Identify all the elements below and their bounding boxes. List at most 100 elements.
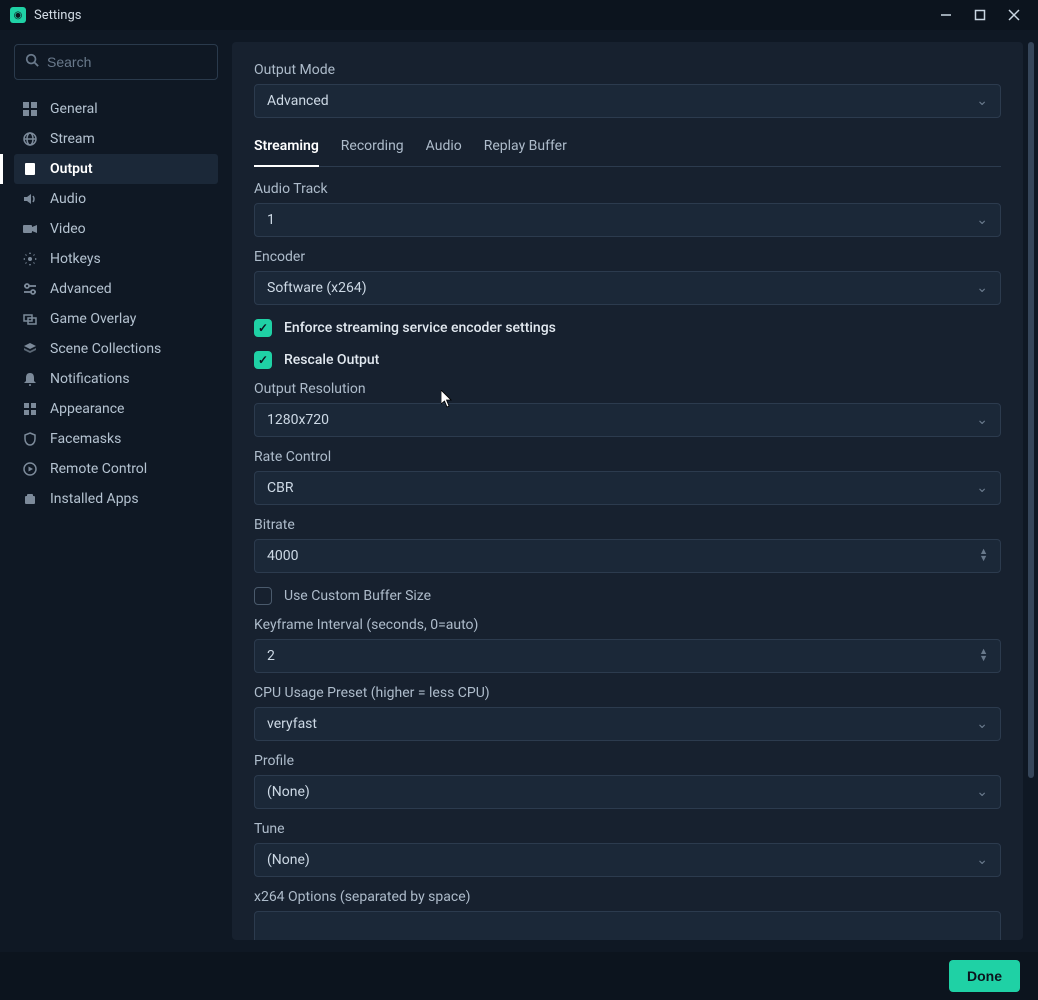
profile-label: Profile [254, 753, 1001, 769]
select-value: 1 [267, 212, 275, 228]
window-title: Settings [34, 8, 81, 23]
close-button[interactable] [1008, 9, 1028, 21]
output-mode-select[interactable]: Advanced ⌄ [254, 84, 1001, 118]
sidebar-item-label: Video [50, 221, 86, 237]
audio-track-select[interactable]: 1 ⌄ [254, 203, 1001, 237]
chevron-down-icon: ⌄ [976, 852, 988, 868]
chevron-down-icon: ⌄ [976, 280, 988, 296]
sidebar-item-scene-collections[interactable]: Scene Collections [14, 334, 218, 364]
profile-select[interactable]: (None) ⌄ [254, 775, 1001, 809]
sidebar-item-label: Installed Apps [50, 491, 139, 507]
bell-icon [22, 371, 38, 387]
content-panel: Output Mode Advanced ⌄ Streaming Recordi… [232, 42, 1023, 940]
keyframe-input[interactable]: 2 ▲▼ [254, 639, 1001, 673]
sidebar-item-label: Appearance [50, 401, 124, 417]
tune-label: Tune [254, 821, 1001, 837]
sidebar-item-label: Facemasks [50, 431, 121, 447]
number-stepper[interactable]: ▲▼ [979, 549, 988, 563]
x264-opts-input[interactable] [254, 911, 1001, 940]
scrollbar-thumb[interactable] [1028, 42, 1034, 778]
apps-icon [22, 491, 38, 507]
play-circle-icon [22, 461, 38, 477]
custom-buffer-checkbox-row[interactable]: Use Custom Buffer Size [254, 587, 1001, 605]
cpu-preset-select[interactable]: veryfast ⌄ [254, 707, 1001, 741]
sidebar-item-label: Stream [50, 131, 95, 147]
chevron-down-icon: ⌄ [976, 784, 988, 800]
maximize-button[interactable] [974, 9, 994, 21]
sidebar-item-hotkeys[interactable]: Hotkeys [14, 244, 218, 274]
x264-opts-label: x264 Options (separated by space) [254, 889, 1001, 905]
tab-recording[interactable]: Recording [341, 138, 404, 166]
encoder-label: Encoder [254, 249, 1001, 265]
done-button[interactable]: Done [949, 960, 1020, 992]
footer: Done [0, 952, 1038, 1000]
checkbox-checked-icon: ✓ [254, 351, 272, 369]
scrollbar[interactable] [1027, 42, 1035, 940]
search-input[interactable] [47, 54, 207, 70]
sidebar-item-label: Hotkeys [50, 251, 101, 267]
sidebar: General Stream Output Audio Video Hotkey… [0, 30, 232, 952]
keyframe-label: Keyframe Interval (seconds, 0=auto) [254, 617, 1001, 633]
sidebar-item-notifications[interactable]: Notifications [14, 364, 218, 394]
checkbox-unchecked-icon [254, 587, 272, 605]
sidebar-item-installed-apps[interactable]: Installed Apps [14, 484, 218, 514]
sidebar-item-appearance[interactable]: Appearance [14, 394, 218, 424]
chevron-down-icon: ⌄ [976, 716, 988, 732]
minimize-button[interactable] [940, 9, 960, 21]
grid-icon [22, 101, 38, 117]
tab-audio[interactable]: Audio [426, 138, 462, 166]
rescale-checkbox-row[interactable]: ✓ Rescale Output [254, 351, 1001, 369]
select-value: veryfast [267, 716, 317, 732]
number-stepper[interactable]: ▲▼ [979, 649, 988, 663]
rate-control-select[interactable]: CBR ⌄ [254, 471, 1001, 505]
sidebar-item-label: Audio [50, 191, 86, 207]
sidebar-item-remote-control[interactable]: Remote Control [14, 454, 218, 484]
output-mode-label: Output Mode [254, 62, 1001, 78]
step-down-icon: ▼ [979, 656, 988, 663]
sidebar-item-label: General [50, 101, 98, 117]
chevron-down-icon: ⌄ [976, 412, 988, 428]
palette-icon [22, 401, 38, 417]
enforce-checkbox-row[interactable]: ✓ Enforce streaming service encoder sett… [254, 319, 1001, 337]
output-resolution-label: Output Resolution [254, 381, 1001, 397]
sliders-icon [22, 281, 38, 297]
sidebar-item-label: Game Overlay [50, 311, 136, 327]
sidebar-item-label: Advanced [50, 281, 112, 297]
tab-replay-buffer[interactable]: Replay Buffer [484, 138, 567, 166]
video-icon [22, 221, 38, 237]
layers-icon [22, 341, 38, 357]
sidebar-item-audio[interactable]: Audio [14, 184, 218, 214]
output-resolution-select[interactable]: 1280x720 ⌄ [254, 403, 1001, 437]
tab-streaming[interactable]: Streaming [254, 138, 319, 166]
input-value: 4000 [267, 548, 298, 564]
custom-buffer-label: Use Custom Buffer Size [284, 588, 431, 604]
volume-icon [22, 191, 38, 207]
sidebar-item-label: Notifications [50, 371, 130, 387]
input-value: 2 [267, 648, 275, 664]
tabs: Streaming Recording Audio Replay Buffer [254, 138, 1001, 167]
select-value: (None) [267, 852, 310, 868]
select-value: Software (x264) [267, 280, 367, 296]
globe-icon [22, 131, 38, 147]
cpu-preset-label: CPU Usage Preset (higher = less CPU) [254, 685, 1001, 701]
rate-control-label: Rate Control [254, 449, 1001, 465]
overlay-icon [22, 311, 38, 327]
chevron-down-icon: ⌄ [976, 93, 988, 109]
audio-track-label: Audio Track [254, 181, 1001, 197]
tune-select[interactable]: (None) ⌄ [254, 843, 1001, 877]
sidebar-item-output[interactable]: Output [14, 154, 218, 184]
checkbox-checked-icon: ✓ [254, 319, 272, 337]
sidebar-item-stream[interactable]: Stream [14, 124, 218, 154]
sidebar-item-advanced[interactable]: Advanced [14, 274, 218, 304]
sidebar-item-general[interactable]: General [14, 94, 218, 124]
search-box[interactable] [14, 44, 218, 80]
sidebar-item-game-overlay[interactable]: Game Overlay [14, 304, 218, 334]
output-icon [22, 161, 38, 177]
app-icon: ◉ [10, 7, 26, 23]
sidebar-item-facemasks[interactable]: Facemasks [14, 424, 218, 454]
enforce-label: Enforce streaming service encoder settin… [284, 320, 556, 336]
bitrate-input[interactable]: 4000 ▲▼ [254, 539, 1001, 573]
chevron-down-icon: ⌄ [976, 212, 988, 228]
sidebar-item-video[interactable]: Video [14, 214, 218, 244]
encoder-select[interactable]: Software (x264) ⌄ [254, 271, 1001, 305]
